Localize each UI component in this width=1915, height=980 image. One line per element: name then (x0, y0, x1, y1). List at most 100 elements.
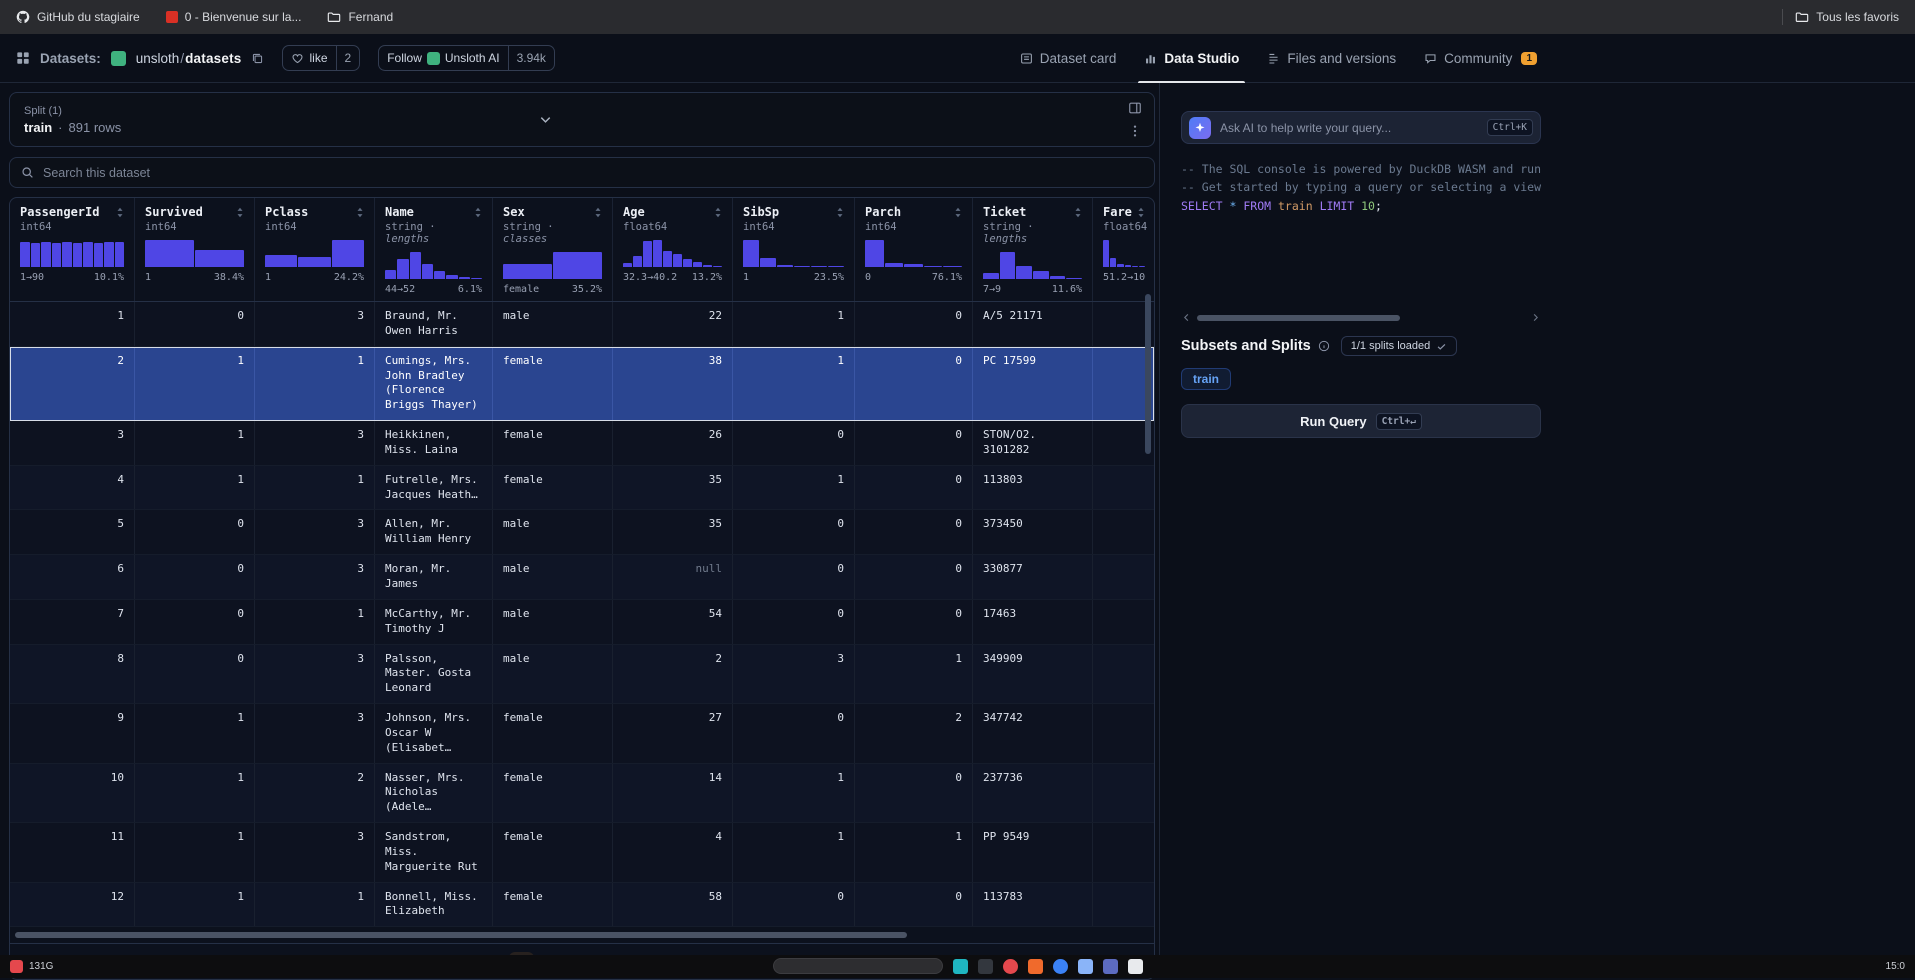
scroll-left-icon[interactable] (1181, 312, 1192, 323)
sort-icon[interactable] (954, 207, 962, 218)
sort-icon[interactable] (116, 207, 124, 218)
bookmark-item[interactable]: 0 - Bienvenue sur la... (166, 10, 302, 24)
cell-sex: female (493, 823, 613, 882)
sort-icon[interactable] (356, 207, 364, 218)
cell-passengerid: 3 (10, 421, 135, 465)
more-options-icon[interactable] (1124, 121, 1146, 141)
search-input[interactable] (43, 166, 1143, 180)
github-icon (16, 10, 30, 24)
histogram-bar (904, 264, 923, 267)
bookmark-item[interactable]: GitHub du stagiaire (16, 10, 140, 24)
cell-name: Palsson, Master. Gosta Leonard (375, 645, 493, 704)
org-avatar[interactable] (111, 51, 126, 66)
table-row[interactable]: 103Braund, Mr. Owen Harrismale2210A/5 21… (10, 302, 1154, 347)
taskbar-app-indigo[interactable] (1103, 959, 1118, 974)
column-histogram[interactable] (743, 240, 844, 267)
splits-loaded-label: 1/1 splits loaded (1351, 340, 1431, 352)
taskbar-app-record[interactable] (1003, 959, 1018, 974)
taskbar-app-lightblue[interactable] (1078, 959, 1093, 974)
table-row[interactable]: 1113Sandstrom, Miss. Marguerite Rutfemal… (10, 823, 1154, 883)
bookmark-item[interactable]: Fernand (327, 10, 393, 24)
column-histogram[interactable] (265, 240, 364, 267)
column-histogram[interactable] (145, 240, 244, 267)
column-histogram[interactable] (385, 252, 482, 279)
sort-icon[interactable] (1074, 207, 1082, 218)
chevron-down-icon (538, 112, 553, 127)
cell-sibsp: 0 (733, 600, 855, 644)
scroll-right-icon[interactable] (1530, 312, 1541, 323)
taskbar-app-blue[interactable] (1053, 959, 1068, 974)
column-histogram[interactable] (20, 240, 124, 267)
os-taskbar: 131G 15:0 (0, 955, 1915, 978)
table-view-icon[interactable] (1124, 98, 1146, 118)
cell-age: 4 (613, 823, 733, 882)
sort-icon[interactable] (236, 207, 244, 218)
sort-icon[interactable] (714, 207, 722, 218)
histogram-bar (1125, 265, 1131, 267)
tab-files-and-versions[interactable]: Files and versions (1267, 34, 1396, 82)
histogram-bar (760, 258, 776, 267)
sort-icon[interactable] (836, 207, 844, 218)
folder-icon (1795, 10, 1809, 24)
cell-passengerid: 6 (10, 555, 135, 599)
table-row[interactable]: 313Heikkinen, Miss. Lainafemale2600STON/… (10, 421, 1154, 466)
info-icon[interactable] (1318, 340, 1330, 352)
table-row[interactable]: 503Allen, Mr. William Henrymale350037345… (10, 510, 1154, 555)
column-histogram[interactable] (865, 240, 962, 267)
taskbar-search-pill[interactable] (773, 958, 943, 974)
table-row[interactable]: 913Johnson, Mrs. Oscar W (Elisabet…femal… (10, 704, 1154, 764)
vscrollbar-thumb[interactable] (1145, 294, 1151, 454)
column-histogram[interactable] (1103, 240, 1145, 267)
taskbar-app-dark[interactable] (978, 959, 993, 974)
like-button[interactable]: like 2 (282, 45, 360, 71)
table-row[interactable]: 211Cumings, Mrs. John Bradley (Florence … (10, 347, 1154, 421)
taskbar-app-orange[interactable] (1028, 959, 1043, 974)
tab-data-studio[interactable]: Data Studio (1144, 34, 1239, 82)
hscrollbar-thumb[interactable] (15, 932, 907, 938)
column-histogram[interactable] (983, 252, 1082, 279)
cell-name: Moran, Mr. James (375, 555, 493, 599)
histogram-bar (633, 256, 642, 267)
column-histogram[interactable] (623, 240, 722, 267)
table-row[interactable]: 803Palsson, Master. Gosta Leonardmale231… (10, 645, 1154, 705)
table-row[interactable]: 411Futrelle, Mrs. Jacques Heath…female35… (10, 466, 1154, 511)
sql-editor[interactable]: -- The SQL console is powered by DuckDB … (1181, 160, 1541, 310)
repo-name[interactable]: datasets (185, 51, 241, 66)
split-dropdown[interactable]: Split (1) train · 891 rows (10, 93, 567, 146)
split-chip-train[interactable]: train (1181, 368, 1231, 390)
histogram-bar (1066, 278, 1082, 279)
sort-icon[interactable] (1137, 207, 1145, 218)
taskbar-app-teal[interactable] (953, 959, 968, 974)
follow-count[interactable]: 3.94k (508, 46, 554, 70)
column-name: Age (623, 205, 645, 219)
heart-icon (291, 52, 304, 65)
like-count[interactable]: 2 (336, 46, 360, 70)
taskbar-badge-icon[interactable] (10, 960, 23, 973)
column-histogram[interactable] (503, 252, 602, 279)
sql-hscrollbar-thumb[interactable] (1197, 315, 1400, 321)
table-row[interactable]: 701McCarthy, Mr. Timothy Jmale540017463 (10, 600, 1154, 645)
table-row[interactable]: 1012Nasser, Mrs. Nicholas (Adele…female1… (10, 764, 1154, 824)
cell-parch: 0 (855, 302, 973, 346)
tab-community[interactable]: Community1 (1424, 34, 1537, 82)
sparkle-icon (1189, 117, 1211, 139)
cell-age: 35 (613, 466, 733, 510)
run-query-button[interactable]: Run Query Ctrl+↵ (1181, 404, 1541, 438)
table-row[interactable]: 603Moran, Mr. Jamesmalenull00330877 (10, 555, 1154, 600)
copy-icon[interactable] (251, 52, 264, 65)
cell-sibsp: 1 (733, 347, 855, 420)
org-name[interactable]: unsloth (136, 51, 180, 66)
ask-ai-input[interactable] (1220, 121, 1478, 135)
table-row[interactable]: 1211Bonnell, Miss. Elizabethfemale580011… (10, 883, 1154, 928)
sort-icon[interactable] (594, 207, 602, 218)
splits-loaded-dropdown[interactable]: 1/1 splits loaded (1341, 336, 1458, 356)
subsets-title: Subsets and Splits (1181, 338, 1311, 354)
follow-button[interactable]: Follow Unsloth AI 3.94k (378, 45, 555, 71)
cell-fare (1093, 645, 1155, 704)
all-favorites-button[interactable]: Tous les favoris (1795, 10, 1899, 24)
tab-dataset-card[interactable]: Dataset card (1020, 34, 1117, 82)
sort-icon[interactable] (474, 207, 482, 218)
cell-passengerid: 7 (10, 600, 135, 644)
taskbar-app-light[interactable] (1128, 959, 1143, 974)
cell-name: Allen, Mr. William Henry (375, 510, 493, 554)
